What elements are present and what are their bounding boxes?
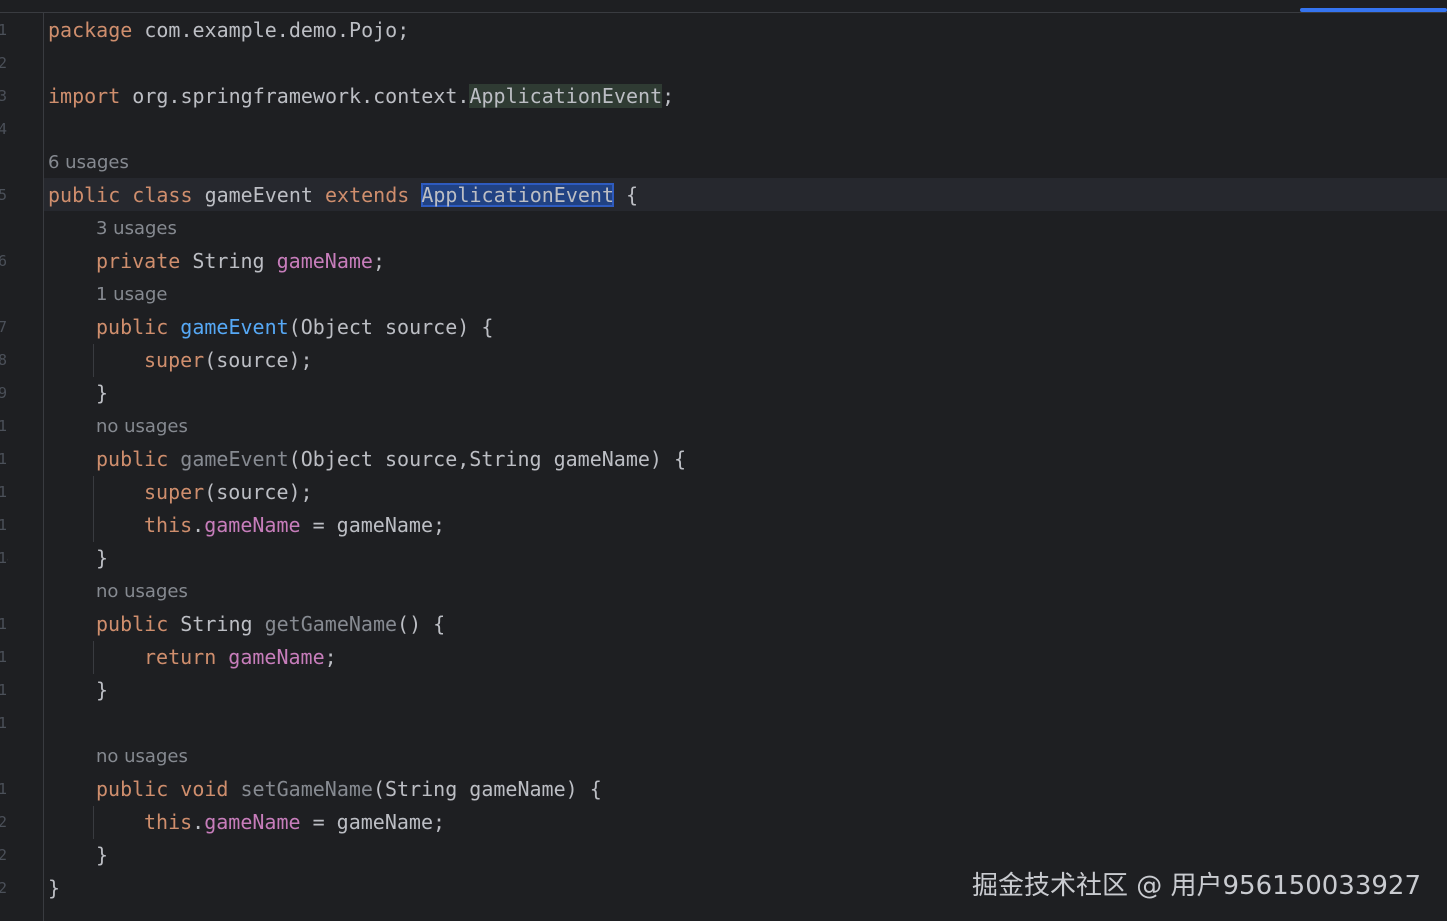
- package-name: com.example.demo.Pojo;: [132, 18, 410, 42]
- semicolon: ;: [324, 645, 337, 669]
- line-number: 18: [0, 714, 8, 732]
- line-number: 7: [0, 318, 8, 336]
- code-line-field[interactable]: private String gameName;: [96, 245, 385, 278]
- code-line-close-brace[interactable]: }: [96, 542, 108, 575]
- line-number: 12: [0, 483, 8, 501]
- editor-top-border: [0, 12, 1447, 13]
- code-line-close-brace[interactable]: }: [96, 674, 108, 707]
- assignment: = gameName;: [300, 513, 446, 537]
- keyword: public: [48, 183, 121, 207]
- keyword: public: [96, 612, 169, 636]
- line-number: 13: [0, 516, 8, 534]
- method-name: gameEvent: [180, 447, 289, 471]
- call-args: (source);: [204, 480, 313, 504]
- keyword: return: [144, 645, 217, 669]
- code-line-ctor2[interactable]: public gameEvent(Object source,String ga…: [96, 443, 686, 476]
- line-number: 5: [0, 186, 8, 204]
- line-number: 14: [0, 549, 8, 567]
- line-number: 17: [0, 681, 8, 699]
- line-number: 8: [0, 351, 8, 369]
- import-class[interactable]: ApplicationEvent: [469, 84, 663, 108]
- field-name: gameName: [204, 810, 301, 834]
- keyword: public: [96, 447, 169, 471]
- keyword: void: [180, 777, 229, 801]
- code-line-return[interactable]: return gameName;: [144, 641, 337, 674]
- call-args: (source);: [204, 348, 313, 372]
- line-number: 19: [0, 780, 8, 798]
- line-number: 20: [0, 813, 8, 831]
- import-path: org.springframework.context.: [120, 84, 470, 108]
- indent-guide: [93, 344, 94, 377]
- gutter-divider: [43, 13, 44, 921]
- usages-hint-ctor2[interactable]: no usages: [96, 410, 188, 443]
- code-line-assign1[interactable]: this.gameName = gameName;: [144, 509, 445, 542]
- line-number: 1: [0, 21, 8, 39]
- code-line-package[interactable]: package com.example.demo.Pojo;: [48, 14, 409, 47]
- semicolon: ;: [662, 84, 675, 108]
- field-name: gameName: [228, 645, 325, 669]
- params: (Object source,String gameName) {: [288, 447, 687, 471]
- usages-hint-getter[interactable]: no usages: [96, 575, 188, 608]
- keyword: public: [96, 777, 169, 801]
- code-line-assign2[interactable]: this.gameName = gameName;: [144, 806, 445, 839]
- indent-guide: [93, 806, 94, 839]
- line-number: 3: [0, 87, 8, 105]
- keyword: package: [48, 18, 133, 42]
- semicolon: ;: [372, 249, 386, 273]
- watermark: 掘金技术社区 @ 用户956150033927: [971, 871, 1421, 901]
- line-number: 21: [0, 846, 8, 864]
- keyword: this: [144, 513, 193, 537]
- method-name: gameEvent: [180, 315, 289, 339]
- assignment: = gameName;: [300, 810, 446, 834]
- keyword: public: [96, 315, 169, 339]
- params: () {: [397, 612, 446, 636]
- type-name: String: [180, 612, 253, 636]
- line-number: 9: [0, 384, 8, 402]
- keyword: class: [132, 183, 193, 207]
- keyword: super: [144, 480, 205, 504]
- class-name: gameEvent: [204, 183, 313, 207]
- horizontal-scroll-indicator[interactable]: [1300, 8, 1447, 12]
- line-number: 6: [0, 252, 8, 270]
- line-number: 10: [0, 417, 8, 435]
- code-line-import[interactable]: import org.springframework.context.Appli…: [48, 80, 674, 113]
- usages-hint-field[interactable]: 3 usages: [96, 212, 177, 245]
- params: (String gameName) {: [372, 777, 602, 801]
- method-name: getGameName: [264, 612, 398, 636]
- keyword: import: [48, 84, 121, 108]
- keyword: extends: [324, 183, 410, 207]
- line-number: 11: [0, 450, 8, 468]
- code-line-class-close[interactable]: }: [48, 872, 60, 905]
- line-number: 22: [0, 879, 8, 897]
- code-line-close-brace[interactable]: }: [96, 839, 108, 872]
- usages-hint-class[interactable]: 6 usages: [48, 146, 129, 179]
- line-number: 4: [0, 120, 8, 138]
- code-line-close-brace[interactable]: }: [96, 377, 108, 410]
- usages-hint-setter[interactable]: no usages: [96, 740, 188, 773]
- keyword: private: [96, 249, 181, 273]
- code-line-super1[interactable]: super(source);: [144, 344, 313, 377]
- selected-class-name[interactable]: ApplicationEvent: [421, 183, 614, 207]
- line-number: 16: [0, 648, 8, 666]
- code-line-class-decl[interactable]: public class gameEvent extends Applicati…: [48, 179, 638, 212]
- code-line-ctor1[interactable]: public gameEvent(Object source) {: [96, 311, 493, 344]
- params: (Object source) {: [288, 315, 494, 339]
- field-name: gameName: [204, 513, 301, 537]
- code-line-setter[interactable]: public void setGameName(String gameName)…: [96, 773, 602, 806]
- keyword: this: [144, 810, 193, 834]
- method-name: setGameName: [240, 777, 373, 801]
- usages-hint-ctor1[interactable]: 1 usage: [96, 278, 168, 311]
- code-line-getter[interactable]: public String getGameName() {: [96, 608, 445, 641]
- code-line-super2[interactable]: super(source);: [144, 476, 313, 509]
- type-name: String: [192, 249, 265, 273]
- line-number: 15: [0, 615, 8, 633]
- indent-guide: [93, 641, 94, 674]
- line-number: 2: [0, 54, 8, 72]
- dot: .: [192, 513, 205, 537]
- indent-guide: [93, 476, 94, 542]
- brace: {: [626, 183, 639, 207]
- keyword: super: [144, 348, 205, 372]
- field-name: gameName: [276, 249, 373, 273]
- dot: .: [192, 810, 205, 834]
